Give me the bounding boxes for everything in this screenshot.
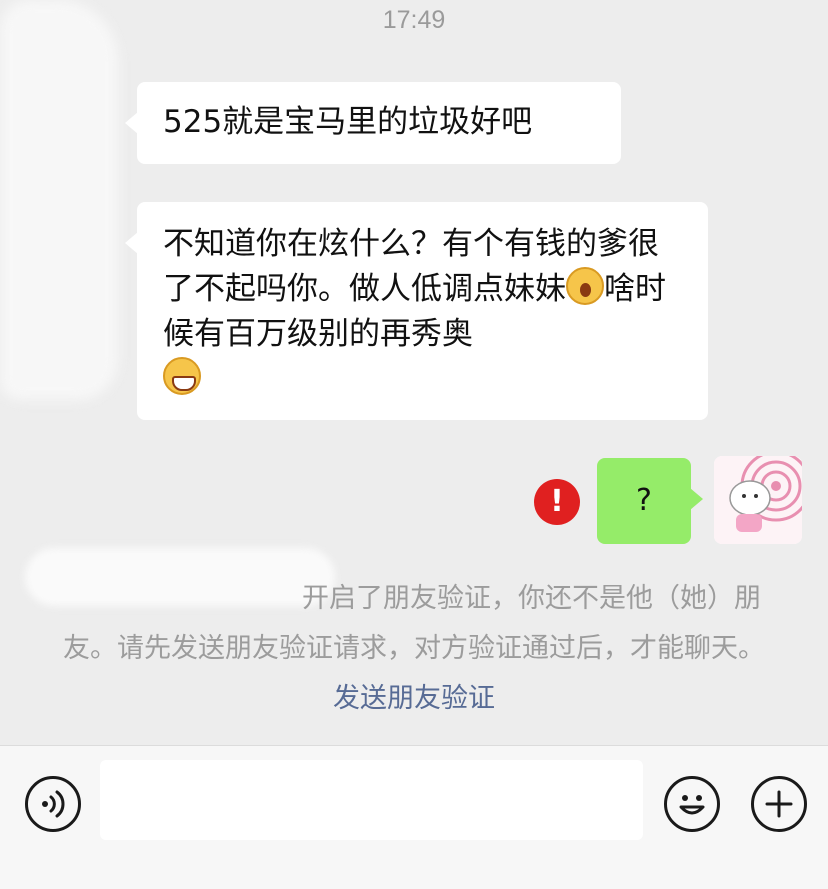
- plus-icon[interactable]: [751, 776, 807, 832]
- yawn-emoji: [566, 267, 604, 305]
- message-input[interactable]: [100, 760, 643, 840]
- send-verification-link[interactable]: 发送朋友验证: [333, 683, 495, 714]
- notice-text: 开启了朋友验证，你还不是他（她）朋友。请先发送朋友验证请求，对方验证通过后，才能…: [63, 583, 765, 664]
- message-text: ?: [636, 483, 652, 518]
- emoji-icon[interactable]: [664, 776, 720, 832]
- self-avatar[interactable]: [714, 456, 802, 544]
- voice-icon[interactable]: [25, 776, 81, 832]
- message-timestamp: 17:49: [382, 6, 446, 34]
- send-failed-icon[interactable]: !: [534, 479, 580, 525]
- grin-emoji: [163, 357, 201, 395]
- message-bubble-left[interactable]: 不知道你在炫什么？有个有钱的爹很了不起吗你。做人低调点妹妹 啥时候有百万级别的再秀…: [125, 202, 708, 420]
- input-bar: [0, 745, 828, 889]
- message-bubble-left[interactable]: 525就是宝马里的垃圾好吧: [125, 82, 621, 164]
- message-bubble-right[interactable]: ?: [597, 458, 703, 544]
- contact-avatar-redacted: [0, 0, 118, 400]
- message-text: 525就是宝马里的垃圾好吧: [163, 104, 533, 140]
- friend-verification-notice: 开启了朋友验证，你还不是他（她）朋友。请先发送朋友验证请求，对方验证通过后，才能…: [62, 574, 766, 724]
